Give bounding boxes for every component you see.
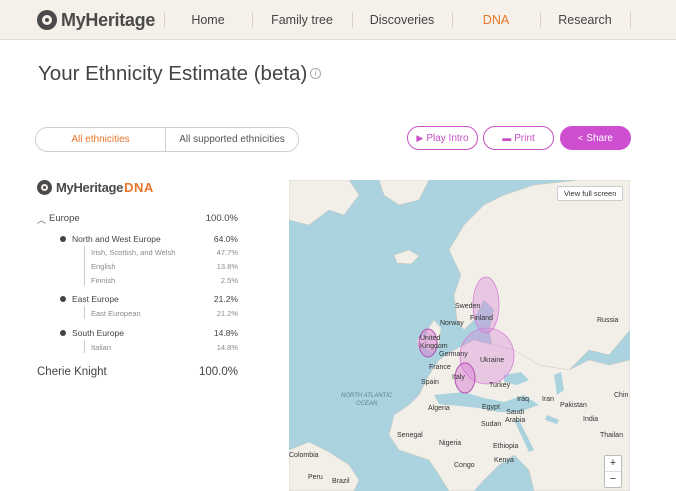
page-title-text: Your Ethnicity Estimate (beta) [38, 62, 308, 85]
map-label-ethiopia: Ethiopia [493, 443, 519, 450]
map-label-spain: Spain [421, 379, 439, 386]
ethnicity-value: 21.2% [213, 294, 238, 304]
tab-all-supported-ethnicities[interactable]: All supported ethnicities [166, 128, 298, 151]
ethnicity-label: North and West Europe [72, 234, 161, 244]
chevron-up-icon: ︿ [37, 215, 47, 225]
ethnicity-value: 13.8% [216, 262, 238, 271]
map-label-india: India [583, 416, 599, 423]
share-label: Share [586, 133, 613, 144]
ethnicity-value: 14.8% [213, 328, 238, 338]
ethnicity-label: East European [91, 309, 141, 318]
map-label-china: Chin [614, 392, 629, 399]
page-title: Your Ethnicity Estimate (beta) i [38, 62, 322, 86]
map-label-finland: Finland [470, 315, 493, 322]
map-zoom-control: + − [604, 455, 622, 488]
zoom-in-button[interactable]: + [605, 456, 621, 472]
ethnicity-label: English [91, 262, 116, 271]
nav-dna[interactable]: DNA [452, 0, 540, 40]
map-label-sweden: Sweden [455, 303, 481, 310]
ethnicity-value: 21.2% [216, 309, 238, 318]
sub-group-line [84, 306, 85, 319]
map-label-iran: Iran [542, 396, 555, 403]
nav-family-tree[interactable]: Family tree [252, 0, 352, 40]
info-icon[interactable]: i [310, 68, 322, 79]
print-button[interactable]: ▬ Print [483, 126, 554, 150]
dna-logo-word: DNA [124, 180, 154, 195]
map-label-russia: Russia [597, 317, 619, 324]
myheritage-logo-icon [37, 10, 57, 30]
person-name: Cherie Knight [37, 366, 107, 378]
printer-icon: ▬ [502, 133, 512, 143]
map-label-france: France [429, 364, 451, 371]
map-label-saudi-arabia: Saudi Arabia [505, 409, 526, 424]
share-button[interactable]: < Share [560, 126, 631, 150]
bullet-icon [60, 296, 66, 302]
ethnicity-value: 47.7% [216, 248, 238, 257]
nav-research[interactable]: Research [540, 0, 630, 40]
map-label-nigeria: Nigeria [439, 440, 462, 447]
logo-text: MyHeritage [61, 9, 156, 30]
map-label-egypt: Egypt [482, 404, 500, 411]
map-label-turkey: Turkey [489, 382, 511, 389]
map-label-ukraine: Ukraine [480, 357, 505, 364]
nav-discoveries[interactable]: Discoveries [352, 0, 452, 40]
bullet-icon [60, 330, 66, 336]
map-label-peru: Peru [308, 474, 323, 481]
map-label-kenya: Kenya [494, 457, 514, 464]
map-label-sudan: Sudan [481, 421, 502, 428]
ethnicity-label: Irish, Scottish, and Welsh [91, 248, 176, 257]
ethnicity-value: 14.8% [216, 343, 238, 352]
map-label-ocean: NORTH ATLANTIC OCEAN [341, 393, 393, 407]
map-label-iraq: Iraq [517, 396, 530, 403]
ethnicity-label: Finnish [91, 276, 116, 285]
ethnicity-map[interactable]: Sweden Finland Norway Russia United King… [289, 180, 630, 491]
bullet-icon [60, 236, 66, 242]
tab-all-ethnicities[interactable]: All ethnicities [36, 128, 166, 151]
sub-group-line [84, 246, 85, 286]
nav-divider [630, 12, 631, 28]
top-navigation-bar: MyHeritage Home Family tree Discoveries … [0, 0, 676, 40]
map-label-algeria: Algeria [428, 405, 450, 412]
play-intro-button[interactable]: ▶ Play Intro [407, 126, 478, 150]
play-icon: ▶ [416, 133, 424, 143]
map-label-thailand: Thailan [600, 432, 623, 439]
ethnicity-label: Europe [49, 213, 80, 224]
person-total-value: 100.0% [198, 366, 238, 378]
myheritage-dna-logo: MyHeritage DNA [37, 180, 154, 195]
map-label-pakistan: Pakistan [560, 402, 587, 409]
myheritage-logo-icon [37, 180, 52, 195]
nav-home[interactable]: Home [164, 0, 252, 40]
map-label-italy: Italy [452, 374, 465, 381]
zoom-out-button[interactable]: − [605, 472, 621, 488]
map-label-senegal: Senegal [397, 432, 423, 439]
map-label-norway: Norway [440, 320, 464, 327]
ethnicity-label: Italian [91, 343, 112, 352]
map-label-germany: Germany [439, 351, 468, 358]
ethnicity-value: 64.0% [213, 234, 238, 244]
dna-logo-text: MyHeritage [56, 180, 124, 195]
map-label-brazil: Brazil [332, 478, 350, 485]
ethnicity-label: South Europe [72, 328, 124, 338]
ethnicity-value: 100.0% [205, 213, 238, 224]
ethnicity-value: 2.5% [220, 276, 238, 285]
print-label: Print [514, 133, 535, 144]
play-intro-label: Play Intro [426, 133, 469, 144]
map-label-united-kingdom: United Kingdom [420, 335, 448, 350]
ethnicity-label: East Europe [72, 294, 119, 304]
sub-group-line [84, 340, 85, 353]
map-label-colombia: Colombia [289, 452, 319, 459]
myheritage-logo[interactable]: MyHeritage [37, 10, 155, 30]
share-icon: < [578, 133, 584, 143]
view-full-screen-button[interactable]: View full screen [557, 186, 624, 201]
map-label-congo: Congo [454, 462, 475, 469]
ethnicity-filter-tabs: All ethnicities All supported ethnicitie… [35, 127, 299, 152]
